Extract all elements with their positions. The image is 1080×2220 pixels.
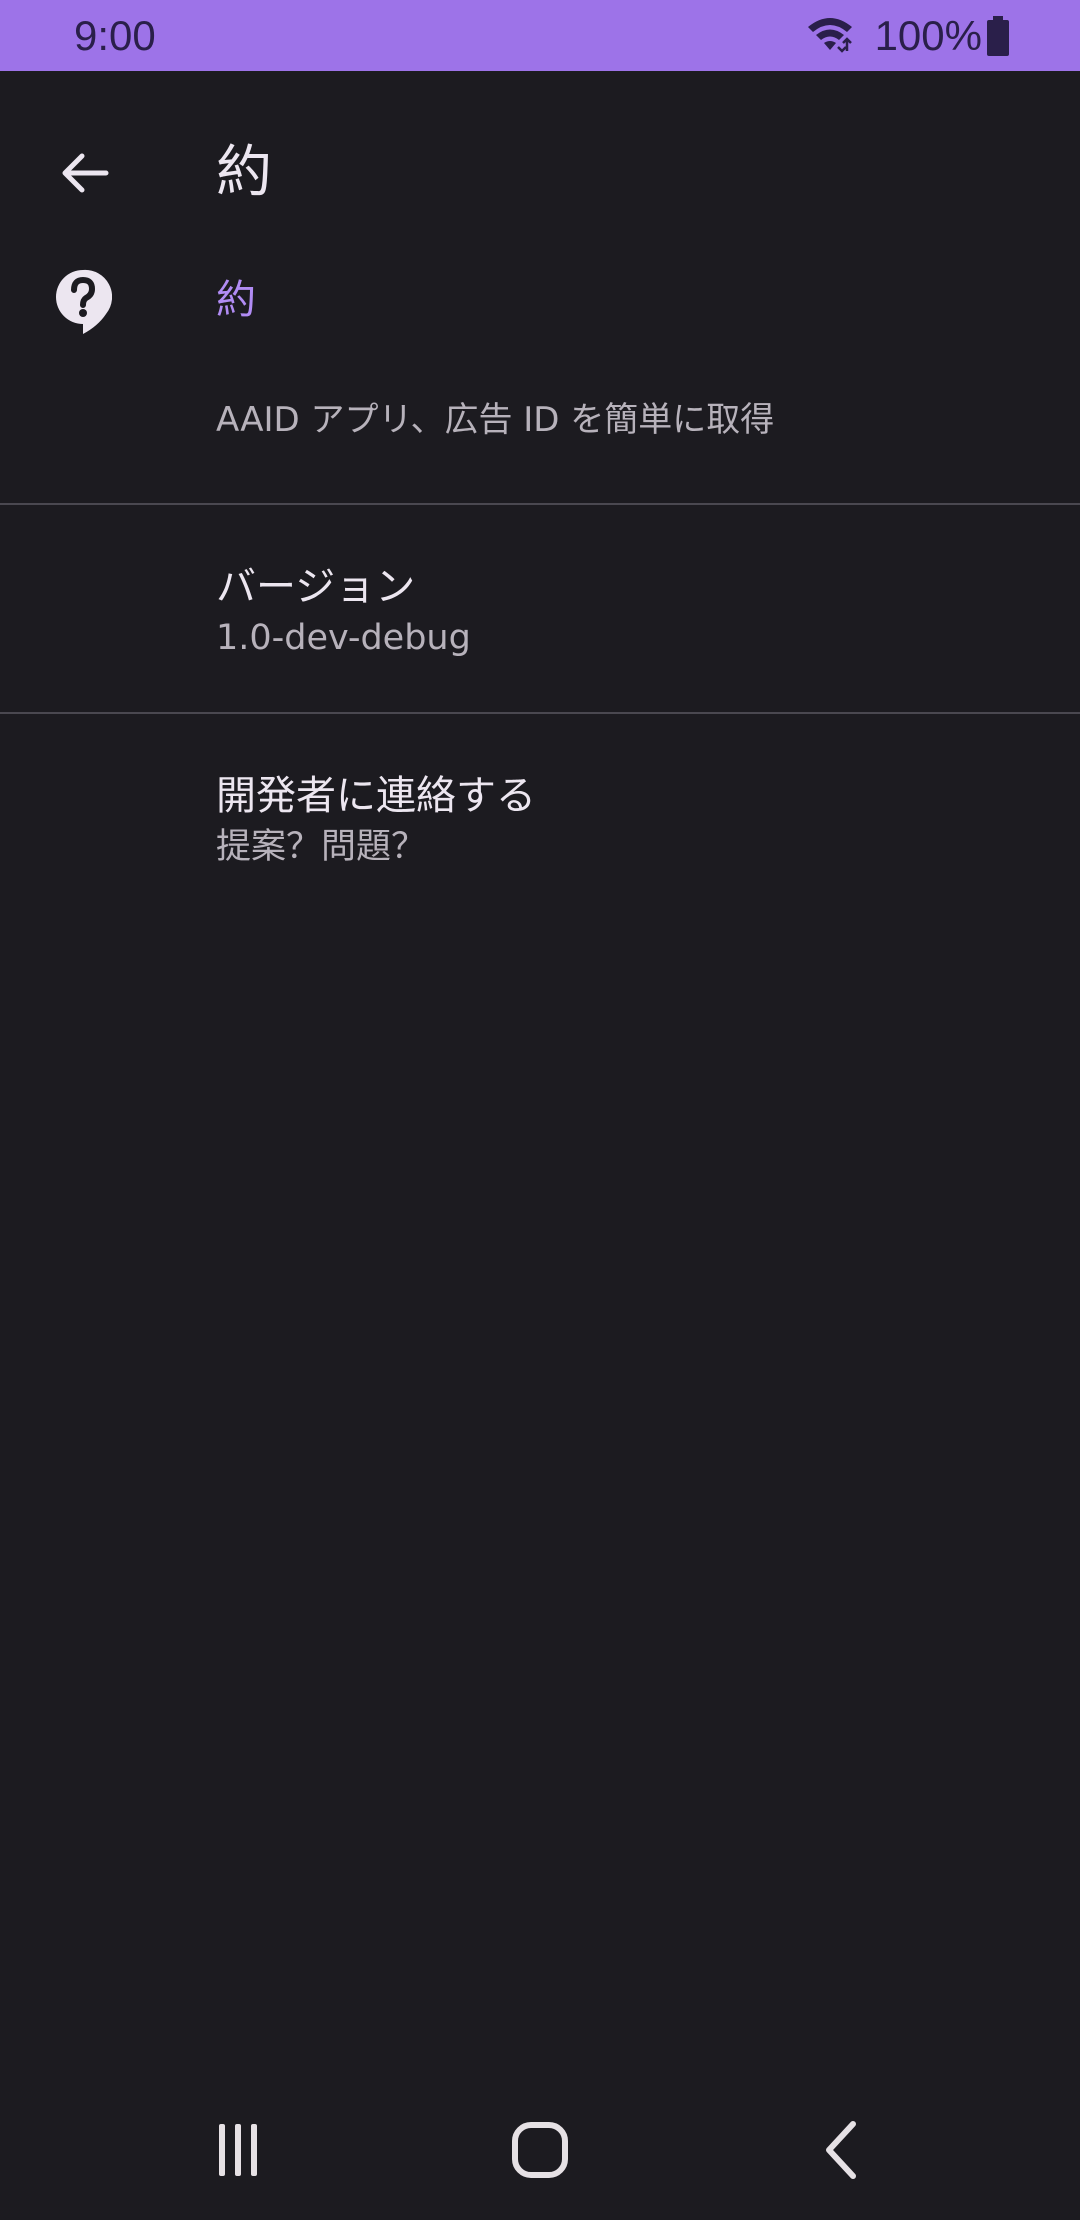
about-screen: 9:00 100% 約 約 AAID アプリ、広告 ID を簡単に取得 バージョ… bbox=[0, 0, 1080, 2220]
section-title: 約 bbox=[216, 277, 256, 323]
system-back-button[interactable] bbox=[792, 2110, 892, 2190]
navigation-bar bbox=[0, 2060, 1080, 2220]
home-icon bbox=[512, 2122, 568, 2178]
nav-back-icon bbox=[826, 2121, 856, 2179]
recents-button[interactable] bbox=[188, 2110, 288, 2190]
status-indicators: 100% bbox=[805, 12, 1010, 60]
contact-developer-summary: 提案？問題？ bbox=[216, 827, 427, 867]
version-title: バージョン bbox=[216, 564, 416, 610]
app-description: AAID アプリ、広告 ID を簡単に取得 bbox=[216, 400, 775, 440]
version-value: 1.0-dev-debug bbox=[216, 618, 471, 658]
battery-icon bbox=[986, 16, 1010, 56]
wifi-icon bbox=[805, 15, 855, 57]
help-icon bbox=[54, 268, 113, 334]
status-time: 9:00 bbox=[74, 12, 156, 59]
version-item[interactable]: バージョン 1.0-dev-debug bbox=[0, 505, 1080, 711]
recents-icon bbox=[219, 2124, 257, 2176]
home-button[interactable] bbox=[490, 2110, 590, 2190]
contact-developer-item[interactable]: 開発者に連絡する 提案？問題？ bbox=[0, 714, 1080, 920]
back-button[interactable] bbox=[42, 131, 126, 215]
app-toolbar: 約 bbox=[0, 71, 1080, 267]
contact-developer-title: 開発者に連絡する bbox=[216, 773, 536, 819]
page-title: 約 bbox=[216, 140, 272, 205]
battery-level: 100% bbox=[874, 12, 982, 59]
status-bar: 9:00 100% bbox=[0, 0, 1080, 71]
arrow-back-icon bbox=[62, 153, 109, 193]
